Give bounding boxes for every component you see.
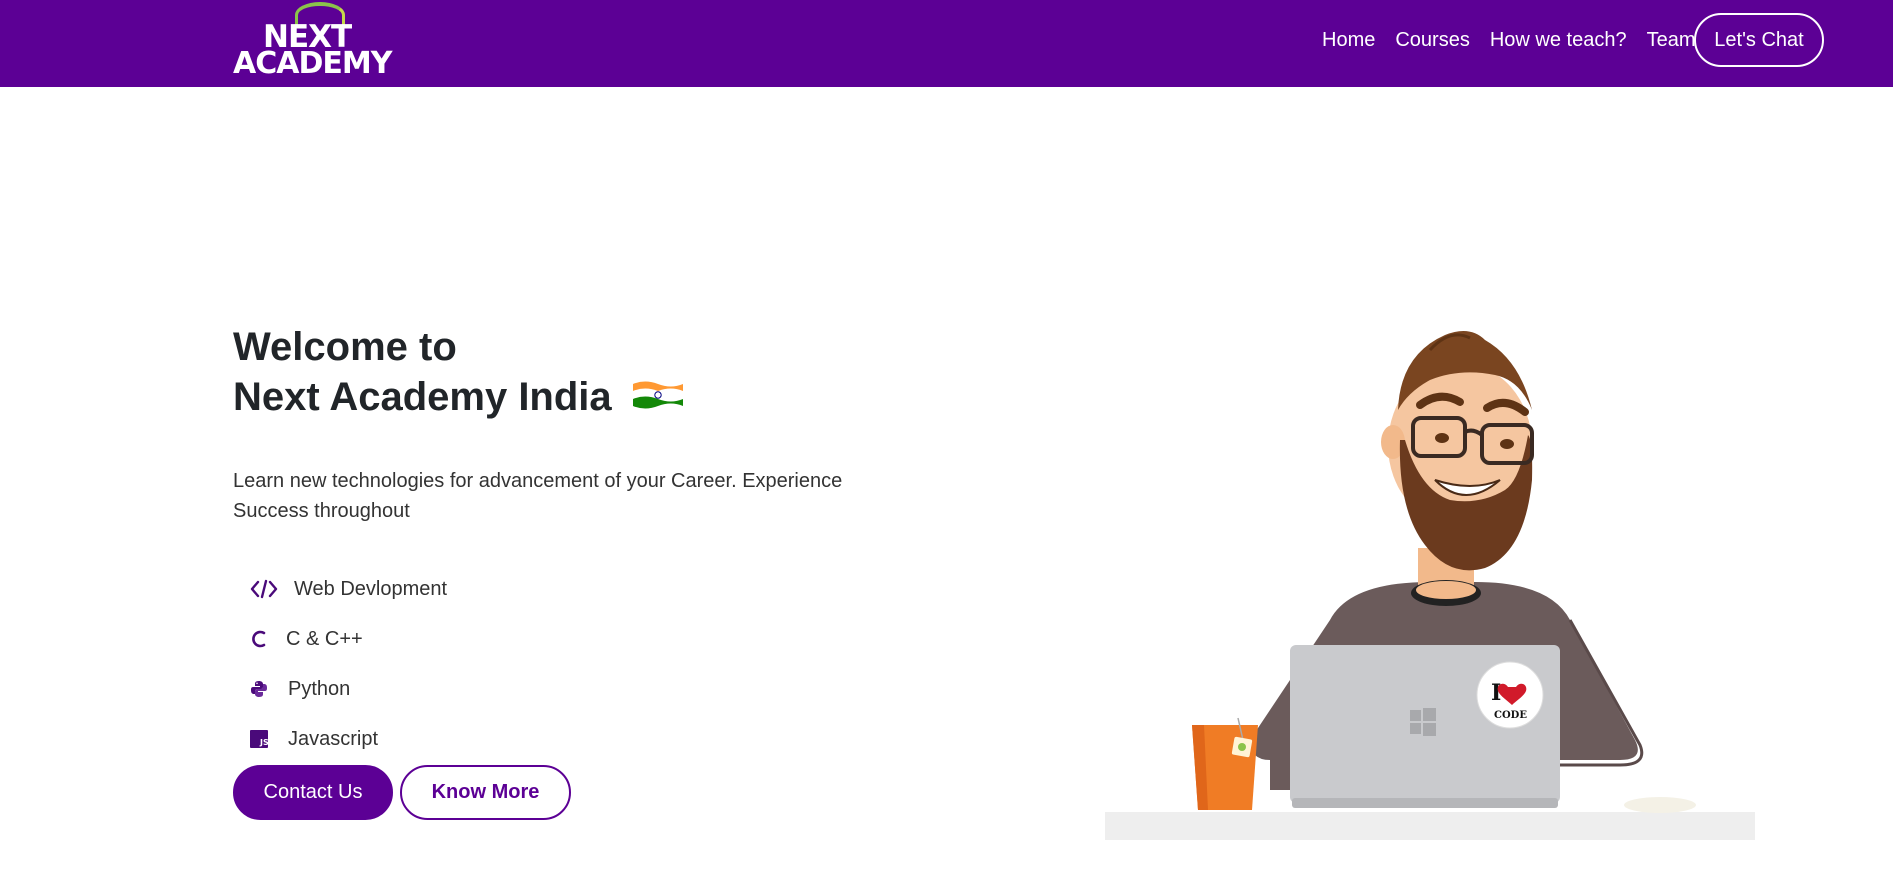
js-icon: JS <box>250 727 274 751</box>
hero-title-line1: Welcome to <box>233 325 457 369</box>
topic-python: Python <box>250 664 447 714</box>
topics-list: Web Devlopment C & C++ Python JS Javascr… <box>250 564 447 764</box>
contact-us-button[interactable]: Contact Us <box>233 765 393 820</box>
topic-label: Web Devlopment <box>294 577 448 600</box>
nav-home[interactable]: Home <box>1322 29 1375 52</box>
hero-title-line2-row: Next Academy India <box>233 372 685 422</box>
topic-label: Javascript <box>288 727 379 750</box>
topic-label: C & C++ <box>286 627 363 650</box>
code-icon <box>250 577 280 601</box>
know-more-button[interactable]: Know More <box>400 765 571 820</box>
c-icon <box>250 627 272 651</box>
nav-courses[interactable]: Courses <box>1395 29 1469 52</box>
lets-chat-button[interactable]: Let's Chat <box>1694 13 1824 67</box>
hero-title-line2: Next Academy India <box>233 375 612 419</box>
developer-illustration: I CODE <box>1105 331 1755 840</box>
python-icon <box>250 677 274 701</box>
navbar: NEXT ACADEMY Home Courses How we teach? … <box>0 0 1893 87</box>
logo-line2: ACADEMY <box>233 46 392 81</box>
topic-javascript: JS Javascript <box>250 714 447 764</box>
topic-c-cpp: C & C++ <box>250 614 447 664</box>
nav-team[interactable]: Team <box>1647 29 1696 52</box>
nav-how-we-teach[interactable]: How we teach? <box>1490 29 1627 52</box>
svg-text:JS: JS <box>259 738 268 747</box>
topic-web-development: Web Devlopment <box>250 564 447 614</box>
logo[interactable]: NEXT ACADEMY <box>233 2 393 80</box>
hero-description: Learn new technologies for advancement o… <box>233 470 843 522</box>
topic-label: Python <box>288 677 351 700</box>
hero-title: Welcome to Next Academy India <box>233 322 685 422</box>
india-flag-icon <box>632 381 683 409</box>
nav-links: Home Courses How we teach? Team <box>1300 0 1716 80</box>
sticker-text-code: CODE <box>1494 710 1527 721</box>
